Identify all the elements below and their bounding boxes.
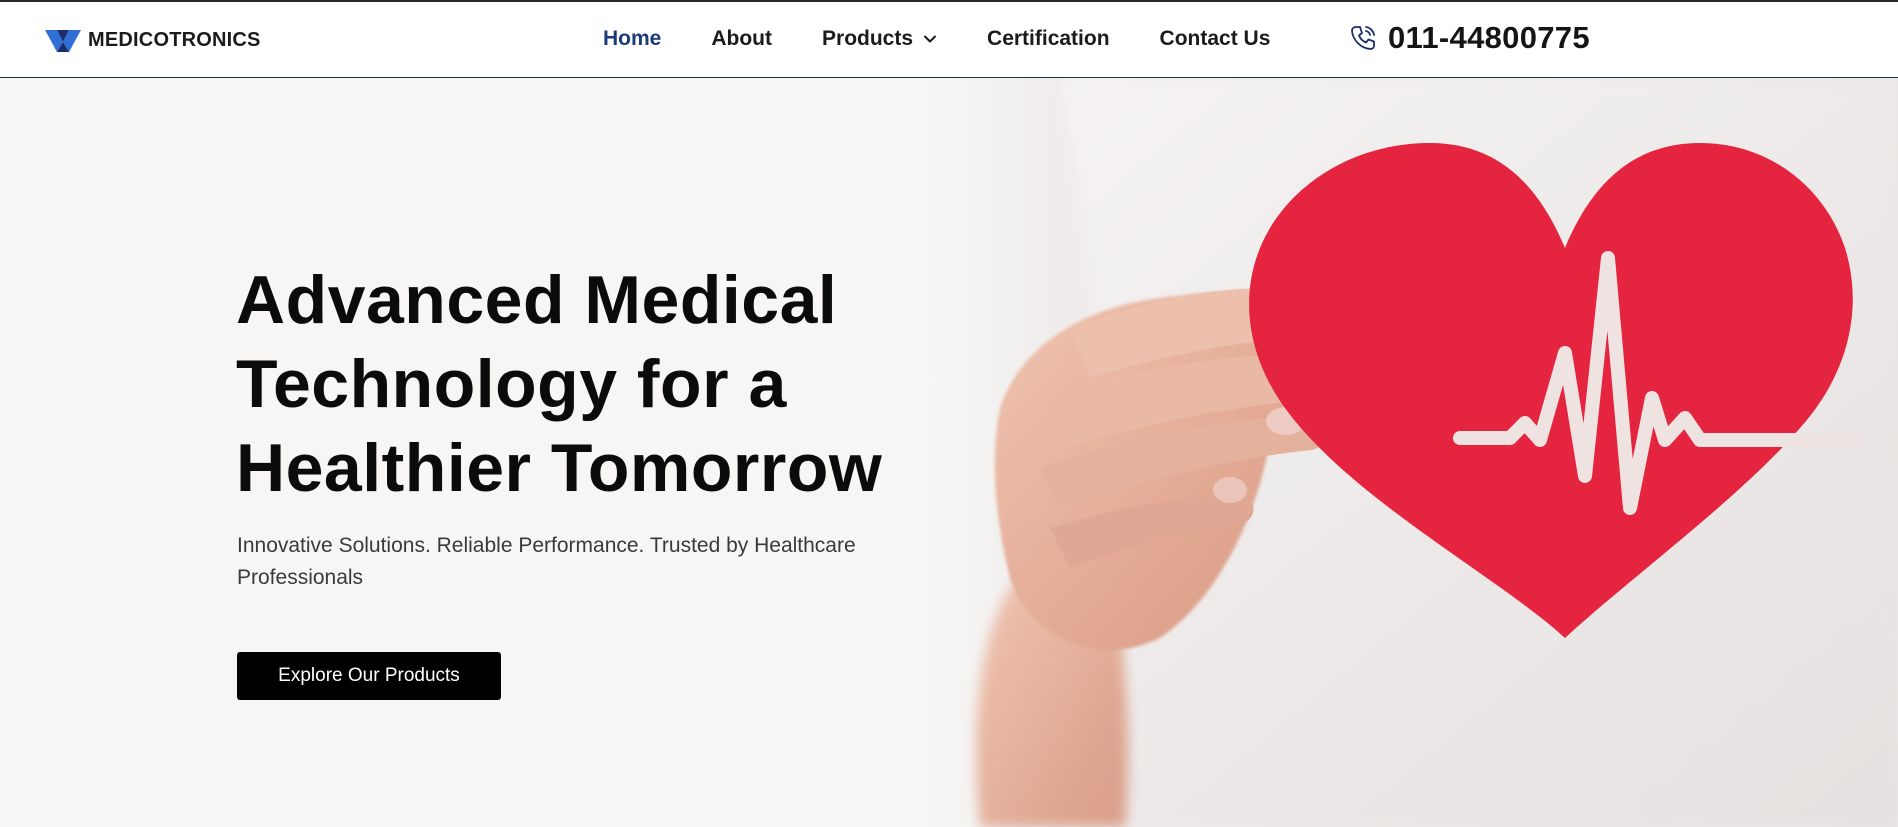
nav-certification-label: Certification bbox=[987, 27, 1110, 50]
nav-about-label: About bbox=[711, 27, 773, 50]
nav-certification[interactable]: Certification bbox=[987, 27, 1110, 51]
nav-home-label: Home bbox=[603, 27, 662, 50]
hero-image bbox=[940, 78, 1898, 827]
nav-contact[interactable]: Contact Us bbox=[1160, 27, 1271, 51]
nav-products-label: Products bbox=[822, 27, 914, 50]
nav-home[interactable]: Home bbox=[603, 27, 661, 51]
hero-section: Advanced Medical Technology for a Health… bbox=[0, 78, 1898, 827]
nav-about[interactable]: About bbox=[711, 27, 772, 51]
chevron-down-icon bbox=[924, 35, 937, 43]
phone-contact[interactable]: 011-44800775 bbox=[1348, 20, 1590, 56]
nav-contact-label: Contact Us bbox=[1159, 27, 1271, 50]
site-header: MEDICOTRONICS Home About Products Certif… bbox=[0, 0, 1898, 78]
hero-title-line-1: Advanced Medical bbox=[236, 262, 838, 338]
brand-logo[interactable]: MEDICOTRONICS bbox=[44, 26, 261, 54]
main-nav: Home About Products Certification Contac… bbox=[603, 27, 1270, 51]
hero-title-line-3: Healthier Tomorrow bbox=[236, 430, 883, 506]
nav-products[interactable]: Products bbox=[822, 27, 937, 51]
phone-icon bbox=[1351, 26, 1375, 50]
hero-title: Advanced Medical Technology for a Health… bbox=[236, 258, 996, 510]
brand-name: MEDICOTRONICS bbox=[88, 28, 261, 51]
medicotronics-logo-icon bbox=[45, 30, 81, 52]
hero-title-line-2: Technology for a bbox=[236, 346, 787, 422]
phone-number: 011-44800775 bbox=[1388, 20, 1590, 55]
explore-products-button[interactable]: Explore Our Products bbox=[237, 652, 501, 700]
hero-subtitle: Innovative Solutions. Reliable Performan… bbox=[237, 534, 856, 589]
